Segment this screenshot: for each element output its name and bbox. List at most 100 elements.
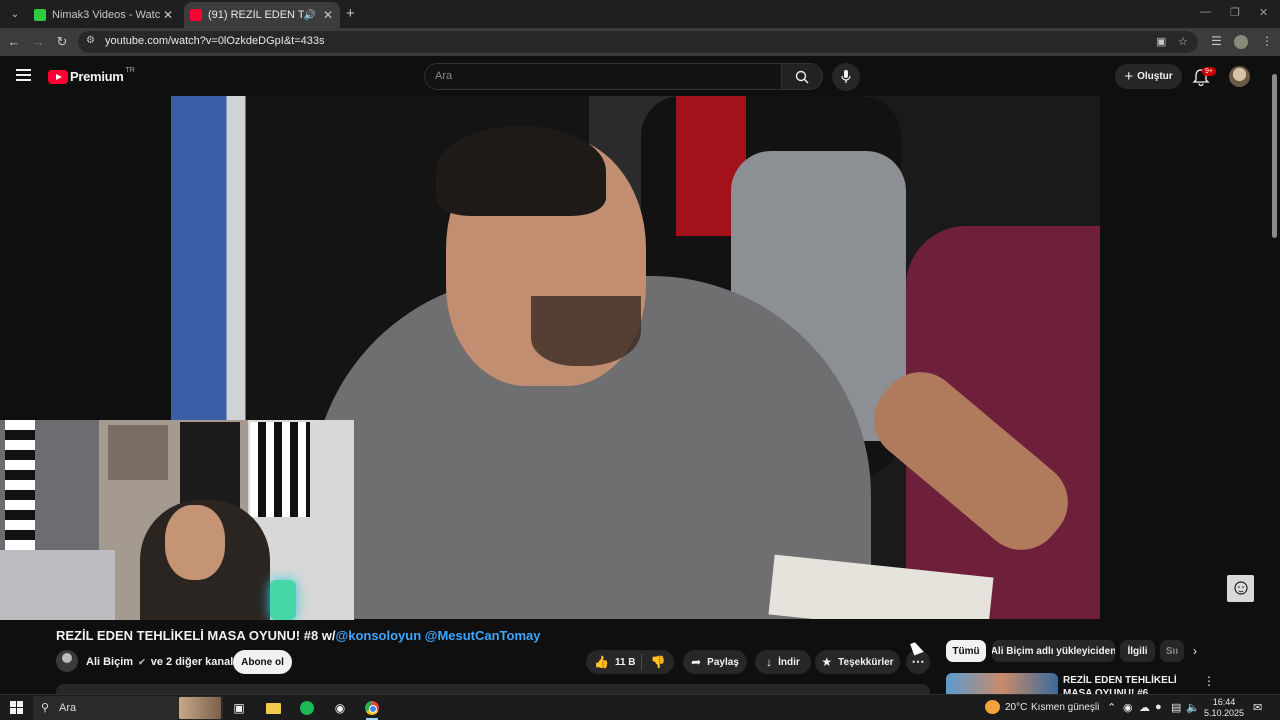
share-label: Paylaş bbox=[707, 656, 739, 668]
task-view-icon[interactable]: ▣ bbox=[230, 699, 248, 717]
voice-search-button[interactable] bbox=[832, 63, 860, 91]
taskbar-clock[interactable]: 16:44 5.10.2025 bbox=[1203, 697, 1245, 719]
address-bar[interactable]: ⚙ youtube.com/watch?v=0lOzkdeDGpI&t=433s… bbox=[78, 31, 1198, 53]
download-button[interactable]: ↓ İndir bbox=[755, 650, 811, 674]
thanks-label: Teşekkürler bbox=[838, 656, 894, 668]
new-tab-button[interactable]: + bbox=[346, 5, 355, 22]
browser-tab-active[interactable]: (91) REZİL EDEN TEHLİKELİ 🔊 ✕ bbox=[184, 2, 340, 28]
forward-icon[interactable]: → bbox=[29, 33, 47, 51]
tab-search-chevron-icon[interactable]: ⌄ bbox=[6, 5, 24, 23]
url-text[interactable]: youtube.com/watch?v=0lOzkdeDGpI&t=433s bbox=[105, 35, 325, 47]
microphone-icon[interactable]: ● bbox=[1155, 701, 1162, 713]
search-box[interactable] bbox=[424, 63, 782, 90]
collab-channels[interactable]: ve 2 diğer kanal bbox=[151, 656, 234, 668]
dislike-button[interactable]: 👎 bbox=[642, 655, 674, 669]
youtube-header: Premium TR + Oluştur 9+ bbox=[0, 56, 1280, 96]
notification-center-icon[interactable]: ✉ bbox=[1253, 701, 1262, 714]
country-code: TR bbox=[125, 67, 135, 74]
video-frame-hair-top bbox=[436, 126, 606, 216]
webcam-overlay bbox=[0, 420, 354, 620]
webcam-shelf bbox=[108, 425, 168, 480]
youtube-premium-logo[interactable]: Premium TR bbox=[48, 67, 135, 84]
verified-check-icon: ✔ bbox=[138, 657, 146, 667]
minimize-icon[interactable]: — bbox=[1200, 6, 1211, 18]
like-button[interactable]: 👍 11 B bbox=[586, 654, 642, 670]
weather-temp[interactable]: 20°C bbox=[1005, 702, 1027, 713]
chrome-icon[interactable] bbox=[363, 699, 381, 720]
file-explorer-icon[interactable] bbox=[264, 699, 282, 717]
back-icon[interactable]: ← bbox=[5, 33, 23, 51]
thumbs-up-icon: 👍 bbox=[594, 655, 609, 669]
search-button[interactable] bbox=[781, 63, 823, 90]
browser-tab[interactable]: Nimak3 Videos - Watch On-De ✕ bbox=[28, 2, 180, 28]
close-window-icon[interactable]: ✕ bbox=[1259, 6, 1268, 19]
chevron-right-icon[interactable]: › bbox=[1193, 644, 1197, 658]
webcam-lamp bbox=[270, 580, 296, 620]
like-count: 11 B bbox=[614, 656, 636, 668]
browser-tab-strip: ⌄ Nimak3 Videos - Watch On-De ✕ (91) REZ… bbox=[0, 0, 1280, 28]
reload-icon[interactable]: ↻ bbox=[53, 33, 71, 51]
taskbar-search[interactable]: ⚲ Ara bbox=[33, 696, 223, 720]
account-avatar[interactable] bbox=[1229, 66, 1250, 87]
thumbs-down-icon: 👎 bbox=[650, 655, 666, 669]
tab-close-icon[interactable]: ✕ bbox=[320, 8, 336, 22]
video-title: REZİL EDEN TEHLİKELİ MASA OYUNU! #8 w/@k… bbox=[56, 628, 541, 643]
channel-avatar[interactable] bbox=[56, 650, 78, 672]
share-arrow-icon: ➦ bbox=[691, 655, 702, 669]
app-icon[interactable]: ◉ bbox=[331, 699, 349, 717]
video-title-mentions[interactable]: @konsoloyun @MesutCanTomay bbox=[336, 628, 541, 643]
chip-all[interactable]: Tümü bbox=[946, 640, 986, 662]
chip-from-uploader[interactable]: Ali Biçim adlı yükleyiciden bbox=[992, 640, 1115, 662]
video-frame-beard bbox=[531, 296, 641, 366]
share-button[interactable]: ➦ Paylaş bbox=[683, 650, 747, 674]
create-button[interactable]: + Oluştur bbox=[1115, 64, 1182, 89]
watermark-face-icon bbox=[1233, 580, 1248, 595]
video-title-text: REZİL EDEN TEHLİKELİ MASA OYUNU! #8 w/ bbox=[56, 628, 336, 643]
windows-start-icon[interactable] bbox=[10, 701, 23, 714]
search-input[interactable] bbox=[435, 70, 755, 82]
description-box[interactable] bbox=[56, 684, 930, 694]
restore-icon[interactable]: ❐ bbox=[1230, 6, 1240, 19]
weather-icon[interactable] bbox=[985, 700, 1000, 714]
microphone-icon bbox=[841, 70, 851, 83]
bookmark-star-icon[interactable]: ☆ bbox=[1178, 35, 1188, 48]
browser-menu-icon[interactable]: ⋮ bbox=[1261, 34, 1273, 48]
subscribe-button[interactable]: Abone ol bbox=[233, 650, 292, 674]
like-dislike-bar: 👍 11 B 👎 bbox=[586, 650, 674, 674]
webcam-face bbox=[165, 505, 225, 580]
clock-time: 16:44 bbox=[1212, 697, 1236, 707]
site-info-icon[interactable]: ⚙ bbox=[86, 35, 95, 46]
media-controls-icon[interactable]: ☰ bbox=[1211, 34, 1222, 48]
channel-info[interactable]: Ali Biçim ✔ ve 2 diğer kanal bbox=[86, 656, 233, 668]
create-label: Oluştur bbox=[1137, 71, 1173, 82]
audio-playing-icon[interactable]: 🔊 bbox=[304, 10, 316, 21]
hamburger-menu-icon[interactable] bbox=[16, 69, 31, 84]
youtube-play-icon bbox=[48, 69, 68, 84]
channel-name[interactable]: Ali Biçim bbox=[86, 656, 133, 668]
webcam-scarf bbox=[5, 420, 35, 550]
super-thanks-icon: ★ bbox=[821, 655, 833, 669]
channel-watermark[interactable] bbox=[1227, 575, 1254, 602]
thanks-button[interactable]: ★ Teşekkürler bbox=[815, 650, 900, 674]
spotify-icon[interactable] bbox=[298, 699, 316, 717]
install-app-icon[interactable]: ▣ bbox=[1156, 35, 1166, 48]
cloud-icon[interactable]: ☁ bbox=[1139, 701, 1150, 714]
chip-truncated[interactable]: Sıı bbox=[1160, 640, 1184, 662]
chevron-up-icon[interactable]: ⌃ bbox=[1107, 701, 1116, 714]
tab-title: (91) REZİL EDEN TEHLİKELİ bbox=[208, 9, 304, 21]
page-scrollbar-thumb[interactable] bbox=[1272, 74, 1277, 238]
tab-close-icon[interactable]: ✕ bbox=[160, 8, 176, 22]
weather-desc[interactable]: Kısmen güneşli bbox=[1031, 702, 1099, 713]
tray-app-icon[interactable]: ◉ bbox=[1123, 701, 1133, 714]
volume-icon[interactable]: 🔈 bbox=[1186, 701, 1200, 714]
vertical-dots-icon[interactable]: ⋮ bbox=[1203, 674, 1215, 688]
profile-avatar[interactable] bbox=[1234, 35, 1248, 49]
search-icon bbox=[795, 70, 809, 83]
webcam-jersey-striped bbox=[250, 422, 310, 517]
chip-related[interactable]: İlgili bbox=[1120, 640, 1155, 662]
windows-taskbar: ⚲ Ara ▣ ◉ 20°C Kısmen güneşli ⌃ ◉ ☁ ● ▤ … bbox=[0, 694, 1280, 720]
network-icon[interactable]: ▤ bbox=[1171, 701, 1181, 714]
clock-date: 5.10.2025 bbox=[1203, 708, 1245, 718]
browser-toolbar: ← → ↻ ⚙ youtube.com/watch?v=0lOzkdeDGpI&… bbox=[0, 28, 1280, 56]
webcam-bed bbox=[0, 550, 115, 620]
